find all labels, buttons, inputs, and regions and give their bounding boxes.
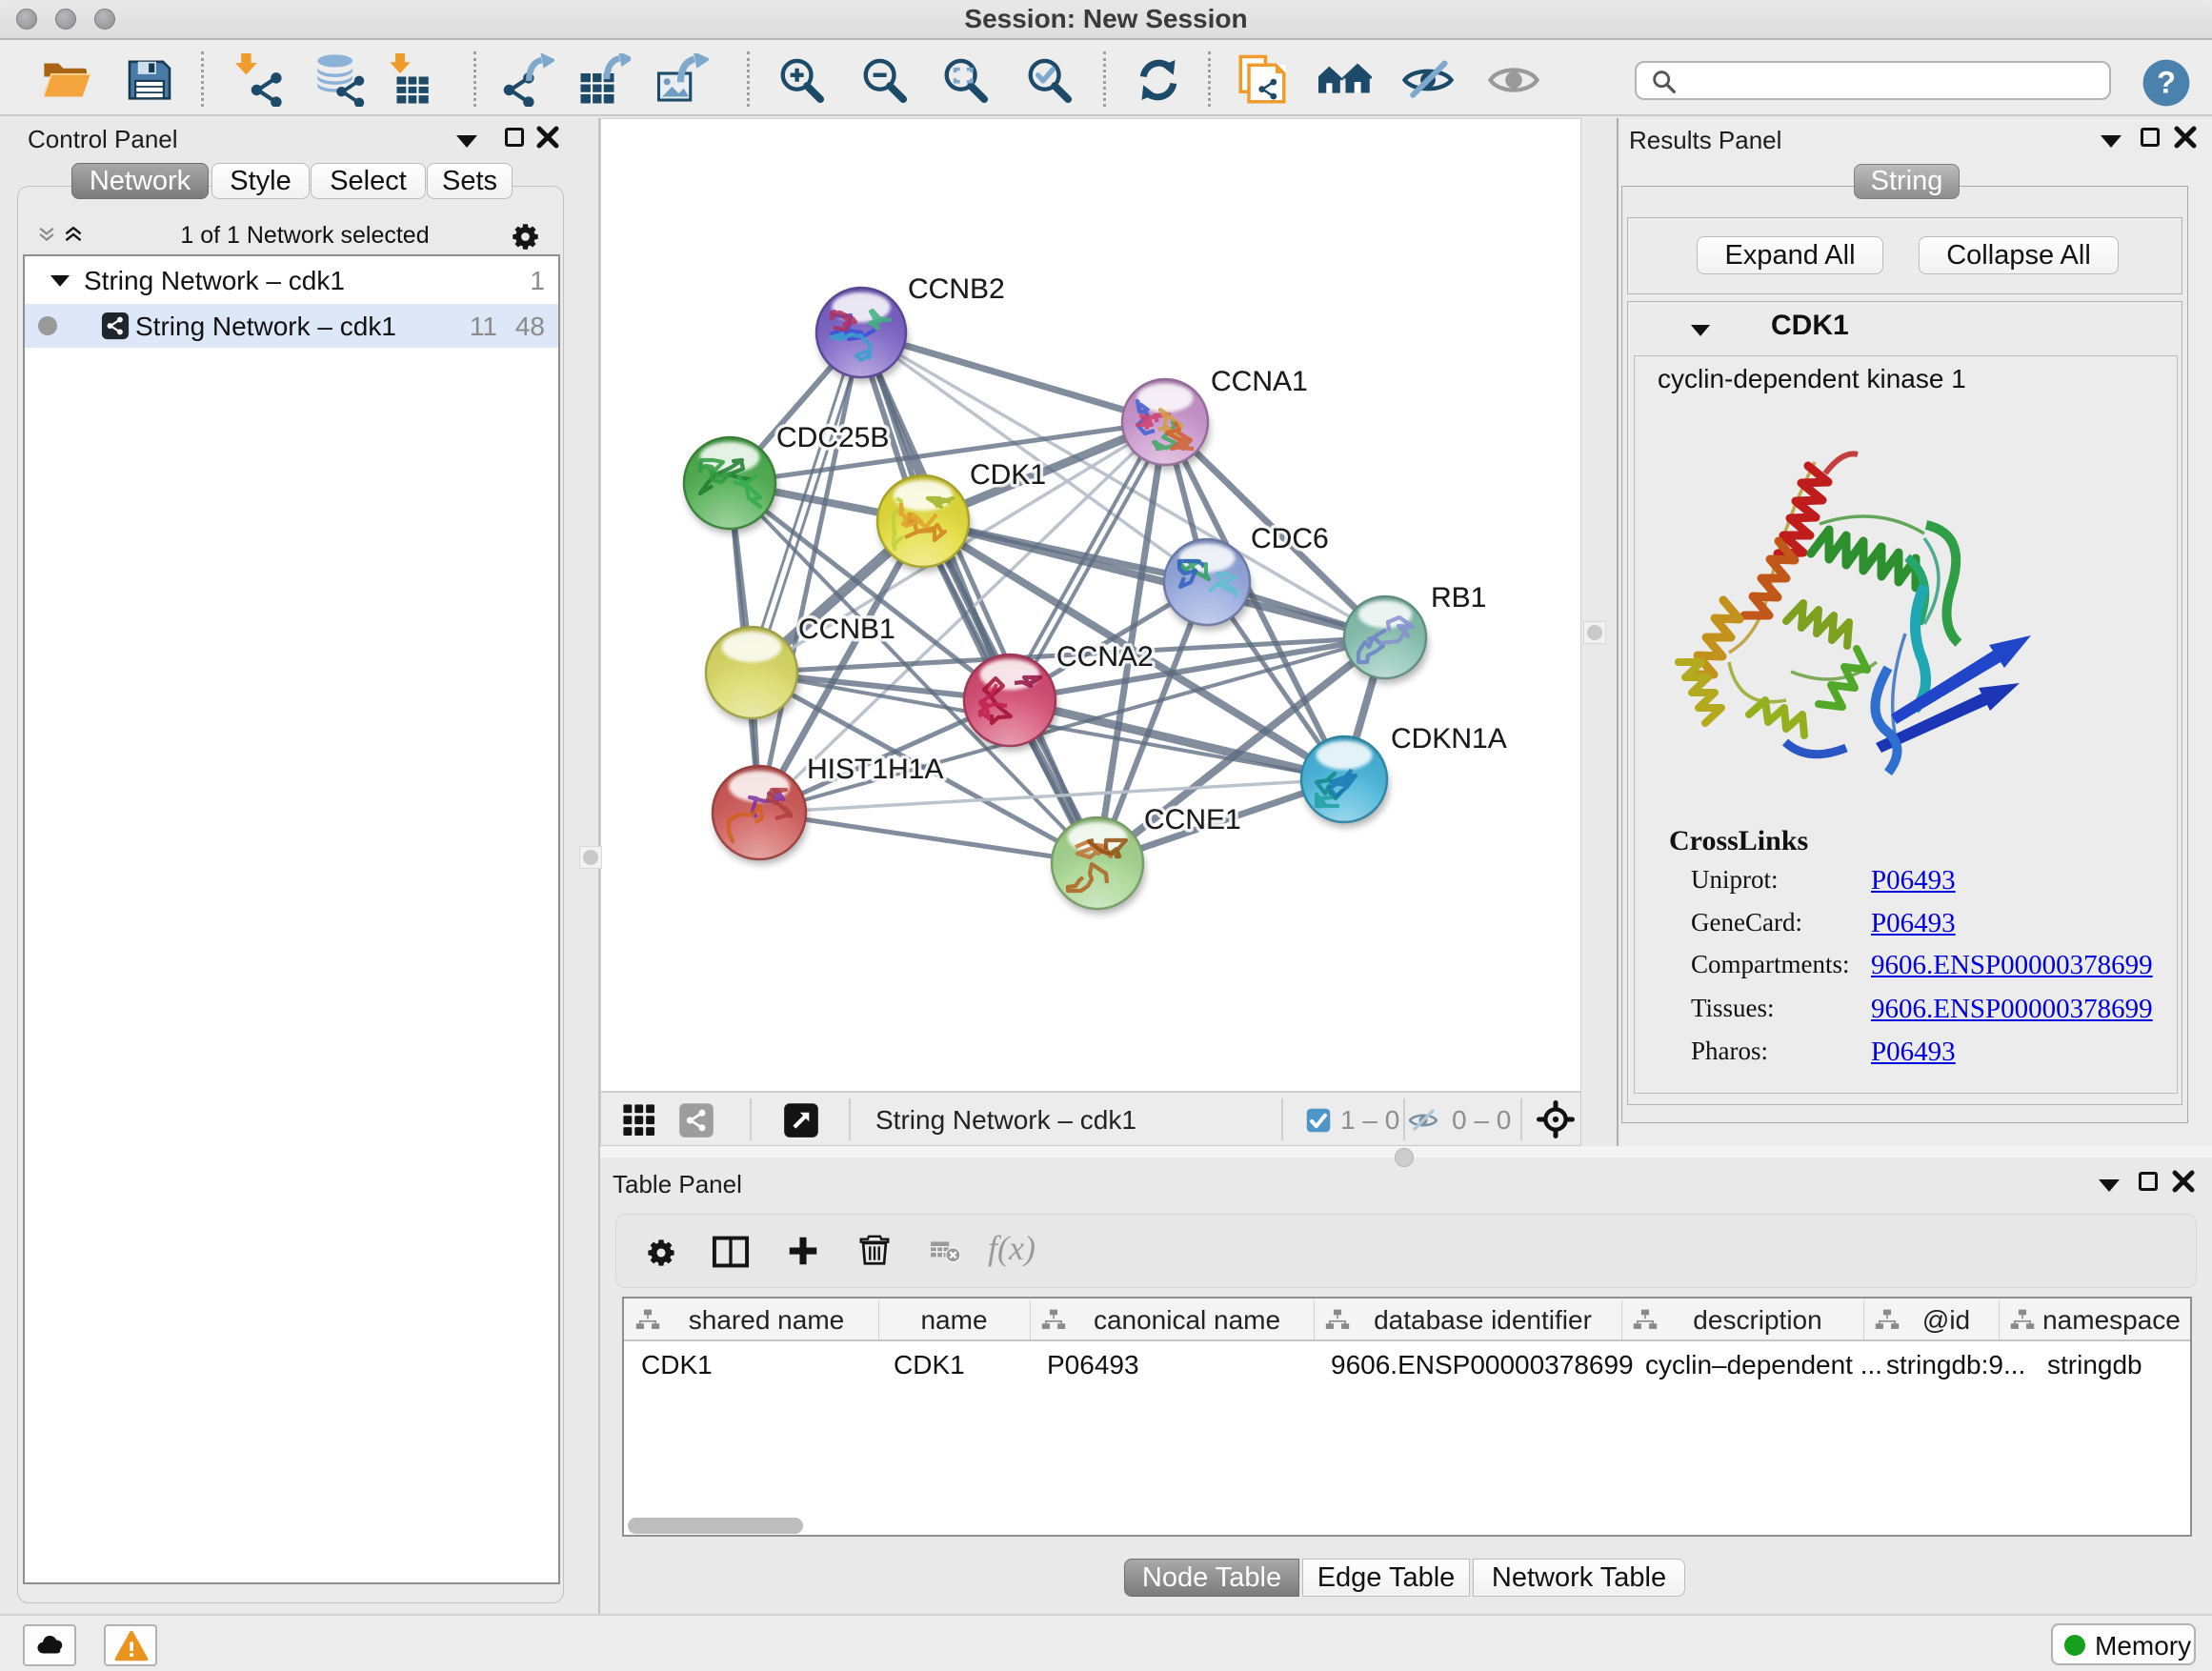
svg-text:CCNB2: CCNB2 (908, 273, 1005, 305)
svg-text:CDKN1A: CDKN1A (1391, 723, 1507, 755)
svg-text:CCNA1: CCNA1 (1211, 366, 1308, 397)
svg-text:CDC6: CDC6 (1251, 523, 1329, 554)
svg-text:HIST1H1A: HIST1H1A (807, 754, 943, 785)
svg-text:RB1: RB1 (1431, 582, 1486, 614)
svg-text:CCNB1: CCNB1 (798, 614, 895, 645)
svg-text:CCNE1: CCNE1 (1144, 804, 1241, 836)
svg-text:CCNA2: CCNA2 (1056, 641, 1154, 673)
svg-text:CDK1: CDK1 (970, 459, 1046, 491)
svg-text:?: ? (2157, 66, 2176, 100)
svg-text:CDC25B: CDC25B (776, 422, 889, 453)
